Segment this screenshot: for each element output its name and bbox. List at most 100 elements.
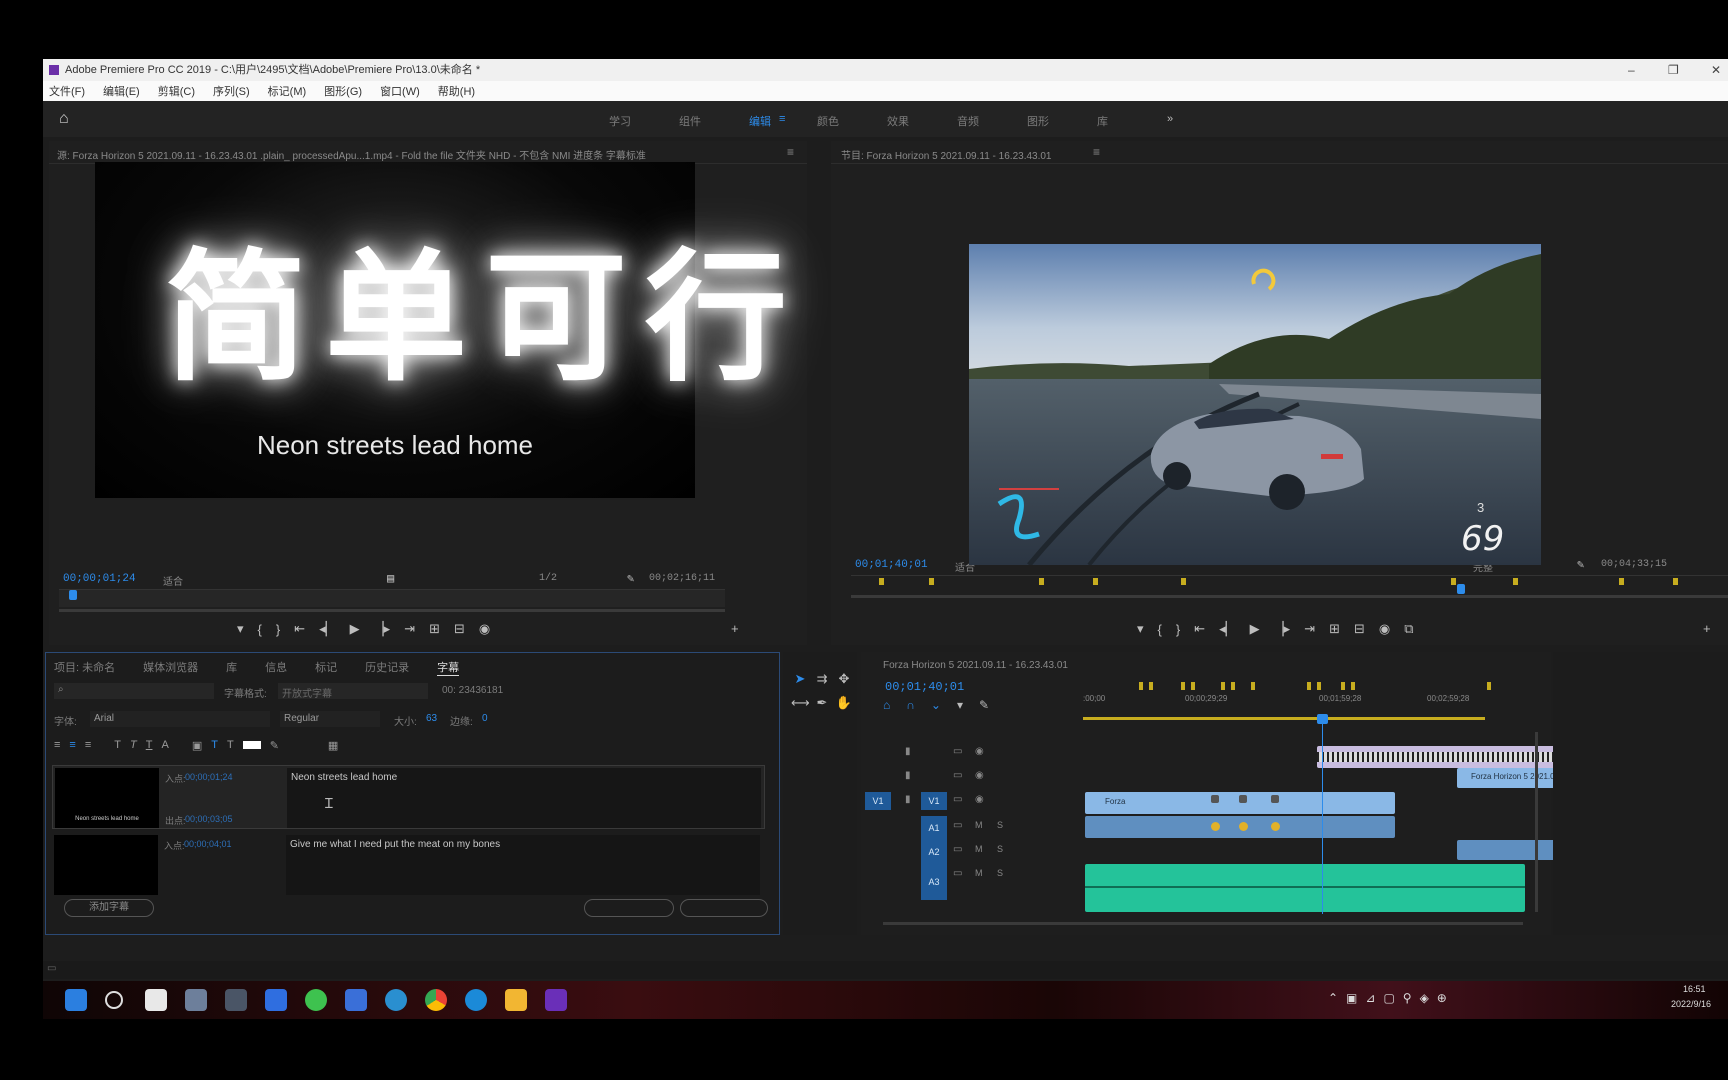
caption-format-select[interactable]: 开放式字幕 (278, 683, 428, 700)
close-button[interactable]: ✕ (1711, 59, 1721, 81)
go-to-in-icon[interactable]: ⇤ (294, 621, 305, 637)
export-frame-icon[interactable]: ◉ (1379, 621, 1390, 637)
menu-graphics[interactable]: 图形(G) (324, 83, 362, 99)
mark-out-icon[interactable]: } (276, 622, 280, 637)
add-marker-icon[interactable]: ▾ (1137, 621, 1144, 637)
timeline-playhead[interactable] (1317, 714, 1328, 914)
workspace-editing[interactable]: 编辑 (749, 113, 771, 129)
timeline-timecode[interactable]: 00;01;40;01 (885, 680, 964, 694)
workspace-effects[interactable]: 效果 (887, 113, 909, 129)
app-icon[interactable] (345, 989, 367, 1011)
source-monitor-tab[interactable]: 源: Forza Horizon 5 2021.09.11 - 16.23.43… (57, 147, 737, 162)
compare-view-icon[interactable]: ⧉ (1404, 621, 1413, 637)
source-playhead[interactable] (69, 590, 77, 600)
workspace-color[interactable]: 颜色 (817, 113, 839, 129)
in-point-timecode[interactable]: 00;00;01;24 (185, 772, 233, 782)
program-panel-menu-icon[interactable]: ≡ (1093, 145, 1100, 159)
add-marker-icon[interactable]: ▾ (237, 621, 244, 637)
track-output-icon[interactable]: ▭ (953, 746, 962, 757)
font-select[interactable]: Arial (90, 711, 270, 727)
solo-button[interactable]: S (997, 844, 1003, 854)
out-point-timecode[interactable]: 00;00;03;05 (185, 814, 233, 824)
task-view-icon[interactable] (145, 989, 167, 1011)
source-patch-v1[interactable]: V1 (865, 792, 891, 810)
workspace-graphics[interactable]: 图形 (1027, 113, 1049, 129)
linked-selection-icon[interactable]: ∩ (906, 698, 915, 712)
track-target-a1[interactable]: A1 (921, 816, 947, 840)
source-zoom-fit[interactable]: 适合 (163, 573, 183, 589)
caption-row[interactable]: 入点: 00;00;04;01 Give me what I need put … (52, 833, 765, 897)
size-value[interactable]: 63 (426, 713, 437, 724)
tab-project[interactable]: 项目: 未命名 (54, 659, 115, 676)
in-point-timecode[interactable]: 00;00;04;01 (184, 839, 232, 849)
track-visibility-icon[interactable]: ◉ (975, 770, 984, 781)
caption-option-button-b[interactable] (680, 899, 768, 917)
insert-icon[interactable]: ⊞ (429, 621, 440, 637)
home-icon[interactable]: ⌂ (59, 111, 75, 127)
text-fill-icon[interactable]: T (211, 739, 218, 752)
menu-edit[interactable]: 编辑(E) (103, 83, 140, 99)
wrench-icon[interactable]: ✎ (979, 698, 989, 712)
track-mic-icon[interactable]: ▭ (953, 844, 962, 855)
settings-icon[interactable] (185, 989, 207, 1011)
font-style-select[interactable]: Regular (280, 711, 380, 727)
mute-button[interactable]: M (975, 820, 983, 830)
clock-time[interactable]: 16:51 (1683, 984, 1706, 994)
mute-button[interactable]: M (975, 868, 983, 878)
playhead-handle[interactable] (1317, 714, 1328, 724)
source-zoom-bar[interactable] (59, 609, 725, 612)
play-icon[interactable]: ▶ (350, 621, 360, 637)
file-explorer-icon[interactable] (505, 989, 527, 1011)
track-target-a3[interactable]: A3 (921, 864, 947, 900)
track-output-icon[interactable]: ▭ (953, 794, 962, 805)
tab-captions[interactable]: 字幕 (437, 659, 460, 676)
source-time-ruler[interactable] (59, 589, 725, 607)
video-clip-v1-lower[interactable] (1085, 816, 1395, 838)
add-caption-button[interactable]: 添加字幕 (64, 899, 154, 917)
step-forward-icon[interactable]: ▕▸ (1274, 621, 1291, 637)
workspace-assembly[interactable]: 组件 (679, 113, 701, 129)
bold-icon[interactable]: T (114, 739, 121, 752)
background-icon[interactable]: ▣ (192, 739, 202, 752)
workspace-libraries[interactable]: 库 (1097, 113, 1108, 129)
text-stroke-icon[interactable]: T (227, 739, 234, 752)
pen-tool-icon[interactable]: ✒ (813, 694, 831, 712)
step-forward-icon[interactable]: ▕▸ (374, 621, 391, 637)
mark-out-icon[interactable]: } (1176, 622, 1180, 637)
eyedropper-icon[interactable]: ✎ (270, 739, 279, 752)
selection-tool-icon[interactable]: ➤ (791, 670, 809, 688)
source-quality[interactable]: 1/2 (539, 573, 557, 584)
settings-icon[interactable]: ▤ (387, 571, 394, 586)
source-timecode-in[interactable]: 00;00;01;24 (63, 573, 136, 585)
caption-text-field[interactable]: Give me what I need put the meat on my b… (286, 835, 760, 895)
mark-in-icon[interactable]: { (1158, 622, 1162, 637)
program-add-button-icon[interactable]: + (1703, 621, 1711, 636)
solo-button[interactable]: S (997, 868, 1003, 878)
track-output-icon[interactable]: ▭ (953, 770, 962, 781)
snap-icon[interactable]: ⌂ (883, 698, 890, 712)
video-clip-v1[interactable]: Forza (1085, 792, 1395, 814)
keyframe-marker[interactable] (1271, 822, 1280, 831)
app-icon[interactable] (265, 989, 287, 1011)
ripple-edit-tool-icon[interactable]: ✥ (835, 670, 853, 688)
go-to-in-icon[interactable]: ⇤ (1194, 621, 1205, 637)
program-playhead[interactable] (1457, 584, 1465, 594)
step-back-icon[interactable]: ◂▏ (1219, 621, 1236, 637)
wrench-icon[interactable]: ✎ (1577, 557, 1584, 572)
track-mic-icon[interactable]: ▭ (953, 820, 962, 831)
keyframe-marker[interactable] (1239, 822, 1248, 831)
track-target-v1[interactable]: V1 (921, 792, 947, 810)
step-back-icon[interactable]: ◂▏ (319, 621, 336, 637)
track-mic-icon[interactable]: ▭ (953, 868, 962, 879)
menu-help[interactable]: 帮助(H) (438, 83, 475, 99)
minimize-button[interactable]: – (1628, 59, 1635, 81)
timeline-vertical-scrollbar[interactable] (1535, 732, 1538, 912)
premiere-icon[interactable] (545, 989, 567, 1011)
program-zoom-bar[interactable] (851, 595, 1728, 598)
play-icon[interactable]: ▶ (1250, 621, 1260, 637)
tab-media-browser[interactable]: 媒体浏览器 (143, 659, 198, 676)
system-tray-icons[interactable]: ⌃▣⊿▢⚲◈⊕ (1328, 991, 1455, 1005)
timeline-sequence-tab[interactable]: Forza Horizon 5 2021.09.11 - 16.23.43.01 (883, 660, 1068, 671)
tab-markers[interactable]: 标记 (315, 659, 337, 676)
color-swatch-icon[interactable] (242, 739, 261, 752)
